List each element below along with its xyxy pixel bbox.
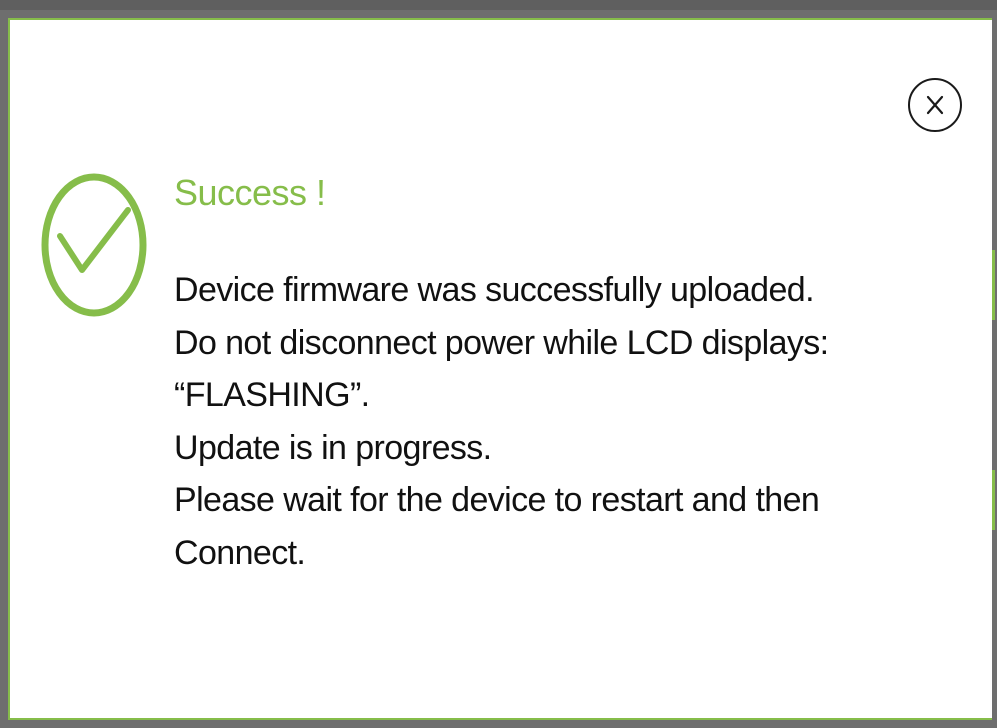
- message-line: Device firmware was successfully uploade…: [174, 271, 815, 309]
- dialog-edge-accent: [992, 470, 995, 530]
- message-line: Do not disconnect power while LCD displa…: [174, 323, 829, 362]
- close-button[interactable]: [908, 78, 962, 132]
- message-line: Please wait for the device to restart an…: [174, 481, 820, 519]
- message-line: Update is in progress.: [174, 428, 492, 467]
- message-line: “FLASHING”.: [174, 376, 370, 414]
- dialog-message: Device firmware was successfully uploade…: [174, 264, 829, 579]
- dialog-title: Success !: [174, 172, 326, 213]
- message-line: Connect.: [174, 533, 306, 572]
- close-icon: [926, 95, 944, 115]
- dialog-edge-accent: [992, 250, 995, 320]
- backdrop-strip: [0, 0, 997, 10]
- check-circle-icon: [41, 173, 147, 317]
- success-dialog: Success ! Device firmware was successful…: [8, 18, 992, 720]
